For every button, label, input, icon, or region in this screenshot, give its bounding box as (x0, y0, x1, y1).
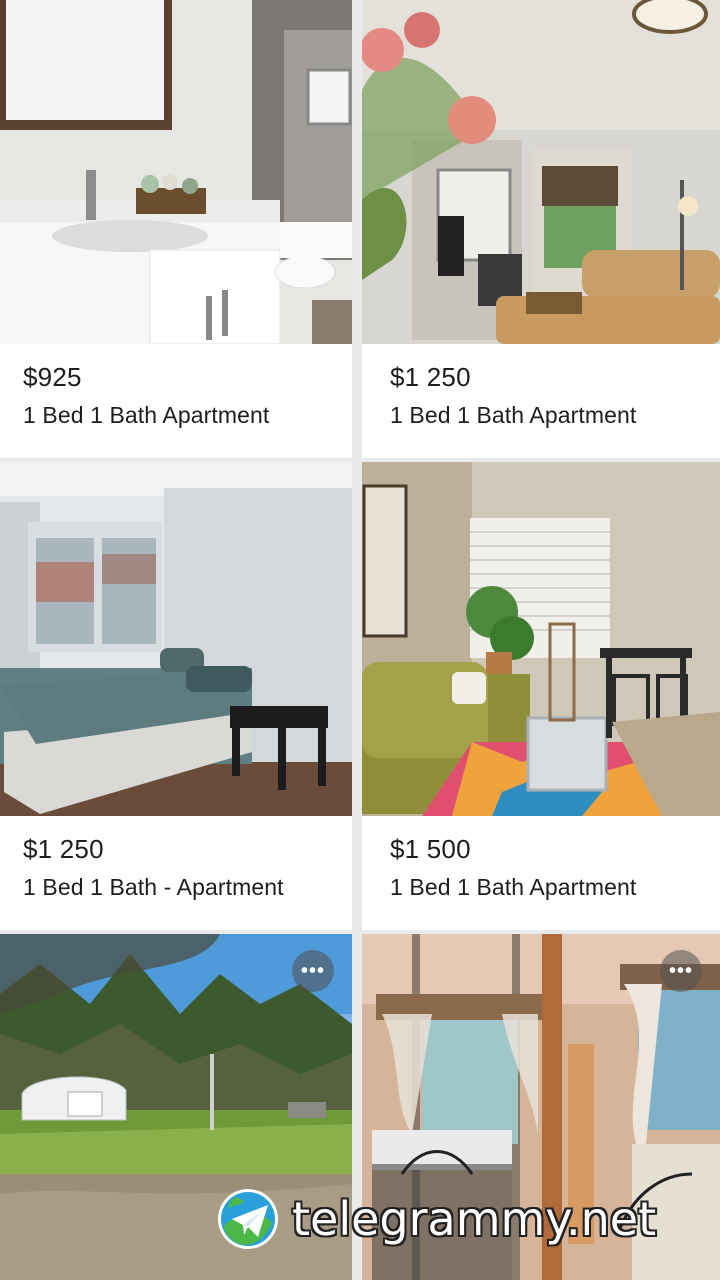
more-options-button[interactable]: ••• (660, 950, 702, 992)
listing-card[interactable]: $1 250 1 Bed 1 Bath Apartment (362, 0, 720, 458)
more-horizontal-icon: ••• (668, 960, 693, 982)
watermark-text: telegrammy.net (292, 1192, 657, 1246)
watermark: telegrammy.net (216, 1186, 656, 1252)
more-horizontal-icon: ••• (300, 960, 325, 982)
listing-photo[interactable] (362, 462, 720, 816)
listing-photo[interactable] (0, 462, 352, 816)
listing-card[interactable]: $925 1 Bed 1 Bath Apartment (0, 0, 352, 458)
listing-photo[interactable] (362, 0, 720, 344)
listing-card[interactable]: $1 250 1 Bed 1 Bath - Apartment (0, 462, 352, 930)
listing-price: $1 500 (390, 834, 471, 864)
listing-price: $1 250 (23, 834, 104, 864)
paper-plane-globe-icon (218, 1189, 278, 1249)
marketplace-listing-grid: $925 1 Bed 1 Bath Apartment $1 250 1 Bed… (0, 0, 720, 1280)
listing-title: 1 Bed 1 Bath Apartment (390, 874, 637, 900)
listing-card[interactable]: $1 500 1 Bed 1 Bath Apartment (362, 462, 720, 930)
listing-title: 1 Bed 1 Bath Apartment (390, 402, 637, 428)
listing-title: 1 Bed 1 Bath Apartment (23, 402, 270, 428)
listing-price: $1 250 (390, 362, 471, 392)
listing-title: 1 Bed 1 Bath - Apartment (23, 874, 284, 900)
listing-photo[interactable] (0, 0, 352, 344)
listing-price: $925 (23, 362, 82, 392)
more-options-button[interactable]: ••• (292, 950, 334, 992)
